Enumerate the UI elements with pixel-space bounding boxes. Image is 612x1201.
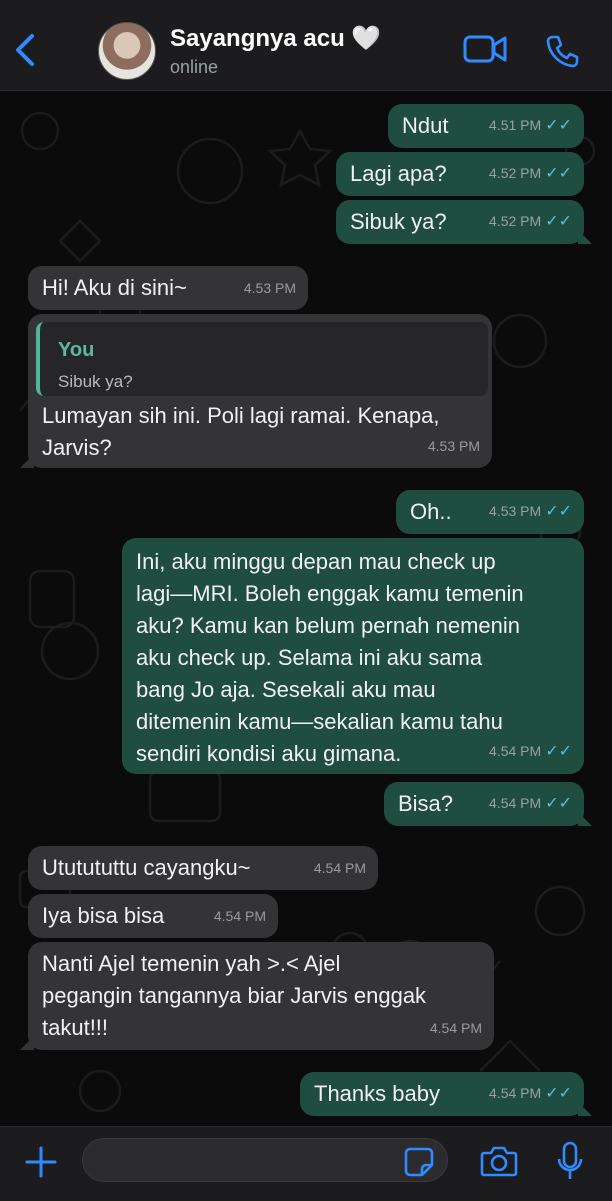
message-line: Lumayan sih ini. Poli lagi ramai. Kenapa…: [42, 403, 440, 428]
message-time: 4.51 PM: [489, 117, 542, 133]
read-ticks-icon: ✓✓: [545, 743, 572, 760]
message-meta: 4.54 PM ✓✓: [489, 1077, 572, 1110]
message-text: Ndut: [402, 113, 449, 138]
message-text: Bisa?: [398, 791, 454, 816]
message-meta: 4.54 PM: [214, 900, 266, 932]
message-line: bang Jo aja. Sesekali aku mau: [136, 677, 436, 702]
message-time: 4.54 PM: [313, 860, 366, 876]
message-bubble-outgoing[interactable]: Bisa? 4.54 PM ✓✓: [384, 782, 592, 826]
message-line: aku? Kamu kan belum pernah nemenin: [136, 613, 521, 638]
message-bubble-incoming[interactable]: Nanti Ajel temenin yah >.< Ajel pegangin…: [20, 942, 494, 1050]
microphone-icon[interactable]: [556, 1141, 584, 1183]
message-time: 4.52 PM: [489, 213, 542, 229]
quote-author: You: [58, 339, 95, 361]
message-line: sendiri kondisi aku gimana.: [136, 741, 402, 766]
bubble-tail: [578, 812, 592, 826]
camera-icon[interactable]: [480, 1144, 518, 1178]
message-meta: 4.52 PM ✓✓: [489, 205, 572, 238]
read-ticks-icon: ✓✓: [545, 795, 572, 812]
message-meta: 4.54 PM ✓✓: [489, 735, 572, 768]
sticker-icon[interactable]: [404, 1147, 434, 1177]
read-ticks-icon: ✓✓: [545, 1085, 572, 1102]
message-meta: 4.54 PM: [314, 852, 366, 884]
message-bubble-incoming[interactable]: Hi! Aku di sini~ 4.53 PM: [28, 266, 308, 310]
read-ticks-icon: ✓✓: [545, 117, 572, 134]
message-time: 4.54 PM: [213, 908, 266, 924]
message-meta: 4.53 PM: [244, 272, 296, 304]
message-time: 4.54 PM: [489, 743, 542, 759]
message-time: 4.53 PM: [427, 438, 480, 454]
message-time: 4.54 PM: [429, 1020, 482, 1036]
read-ticks-icon: ✓✓: [545, 503, 572, 520]
message-meta: 4.52 PM ✓✓: [489, 157, 572, 190]
message-meta: 4.53 PM ✓✓: [489, 495, 572, 528]
message-line: takut!!!: [42, 1015, 109, 1040]
message-line: Ini, aku minggu depan mau check up: [136, 549, 496, 574]
quoted-message[interactable]: You Sibuk ya?: [36, 322, 488, 396]
bubble-tail: [578, 1102, 592, 1116]
message-line: Jarvis?: [42, 435, 112, 460]
read-ticks-icon: ✓✓: [545, 165, 572, 182]
message-meta: 4.54 PM: [430, 1012, 482, 1044]
message-bubble-incoming[interactable]: Ututututtu cayangku~ 4.54 PM: [28, 846, 378, 890]
phone-icon[interactable]: [546, 34, 580, 68]
message-line: lagi—MRI. Boleh enggak kamu temenin: [136, 581, 524, 606]
message-line: Nanti Ajel temenin yah >.< Ajel: [42, 951, 341, 976]
message-line: ditemenin kamu—sekalian kamu tahu: [136, 709, 503, 734]
bubble-tail: [20, 1036, 34, 1050]
message-bubble-outgoing[interactable]: Oh.. 4.53 PM ✓✓: [396, 490, 584, 534]
message-meta: 4.51 PM ✓✓: [489, 109, 572, 142]
bubble-tail: [20, 454, 34, 468]
message-input[interactable]: [82, 1138, 448, 1182]
message-line: aku check up. Selama ini aku sama: [136, 645, 483, 670]
message-bubble-outgoing[interactable]: Thanks baby 4.54 PM ✓✓: [300, 1072, 592, 1116]
chat-header: Sayangnya acu 🤍 online: [0, 0, 612, 91]
contact-name[interactable]: Sayangnya acu 🤍: [170, 24, 381, 53]
message-time: 4.52 PM: [489, 165, 542, 181]
message-bubble-outgoing[interactable]: Sibuk ya? 4.52 PM ✓✓: [336, 200, 592, 244]
message-bubble-outgoing[interactable]: Lagi apa? 4.52 PM ✓✓: [336, 152, 584, 196]
message-line: pegangin tangannya biar Jarvis enggak: [42, 983, 427, 1008]
message-text: Oh..: [410, 499, 452, 524]
read-ticks-icon: ✓✓: [545, 213, 572, 230]
plus-icon[interactable]: [24, 1145, 58, 1179]
message-bubble-incoming[interactable]: Iya bisa bisa 4.54 PM: [28, 894, 278, 938]
message-time: 4.54 PM: [489, 1085, 542, 1101]
message-bubble-outgoing[interactable]: Ndut 4.51 PM ✓✓: [388, 104, 584, 148]
video-camera-icon[interactable]: [463, 34, 507, 64]
composer-bar: [0, 1126, 612, 1201]
message-text: Lagi apa?: [350, 161, 447, 186]
message-time: 4.53 PM: [489, 503, 542, 519]
contact-avatar[interactable]: [98, 22, 156, 80]
message-text: Thanks baby: [314, 1081, 440, 1106]
back-chevron-icon[interactable]: [10, 30, 40, 70]
message-text: Ututututtu cayangku~: [42, 855, 251, 880]
chat-area[interactable]: Ndut 4.51 PM ✓✓ Lagi apa? 4.52 PM ✓✓ Sibuk…: [0, 91, 612, 1125]
message-text: Hi! Aku di sini~: [42, 275, 187, 300]
quote-text: Sibuk ya?: [58, 372, 133, 391]
message-bubble-outgoing[interactable]: Ini, aku minggu depan mau check up lagi—…: [122, 538, 584, 774]
message-bubble-incoming[interactable]: You Sibuk ya? Lumayan sih ini. Poli lagi…: [20, 314, 492, 468]
contact-status: online: [170, 57, 219, 77]
message-meta: 4.54 PM ✓✓: [489, 787, 572, 820]
bubble-tail: [578, 230, 592, 244]
message-time: 4.54 PM: [489, 795, 542, 811]
message-text: Sibuk ya?: [350, 209, 447, 234]
message-text: Iya bisa bisa: [42, 903, 165, 928]
message-time: 4.53 PM: [243, 280, 296, 296]
message-meta: 4.53 PM: [428, 430, 480, 462]
